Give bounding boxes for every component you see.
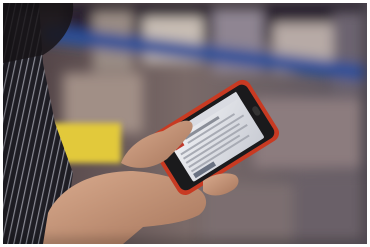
photo [3,3,367,244]
shopping-phone-photo [3,3,367,244]
